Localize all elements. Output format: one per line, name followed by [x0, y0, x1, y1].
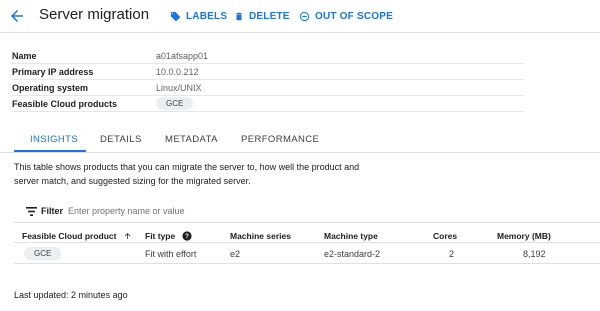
property-value: Linux/UNIX — [156, 83, 202, 93]
column-header-product[interactable]: Feasible Cloud product — [22, 231, 132, 241]
label-icon — [170, 11, 181, 21]
divider — [0, 32, 600, 33]
machine-type-cell: e2-standard-2 — [324, 249, 381, 259]
property-key: Operating system — [12, 83, 89, 93]
labels-button-label: LABELS — [186, 10, 228, 22]
minus-circle-icon — [299, 11, 310, 21]
property-row-feasible-products: Feasible Cloud products GCE — [12, 95, 524, 112]
delete-button-label: DELETE — [249, 10, 290, 22]
property-key: Primary IP address — [12, 67, 94, 77]
last-updated: Last updated: 2 minutes ago — [14, 290, 128, 300]
table-description: This table shows products that you can m… — [14, 162, 360, 186]
machine-series-cell: e2 — [230, 249, 241, 259]
fit-type-cell: Fit with effort — [145, 249, 197, 259]
page-title: Server migration — [39, 6, 150, 23]
top-bar: Server migration LABELS DELETE OUT OF SC… — [0, 0, 600, 32]
labels-button[interactable]: LABELS — [170, 8, 227, 24]
table-row-divider — [14, 263, 600, 264]
memory-cell: 8,192 — [523, 249, 546, 259]
column-header-fit-type[interactable]: Fit type ? — [145, 231, 192, 241]
tab-performance[interactable]: PERFORMANCE — [241, 134, 319, 145]
tab-insights[interactable]: INSIGHTS — [30, 134, 78, 145]
help-icon[interactable]: ? — [182, 231, 192, 241]
property-row-name: Name a01afsapp01 — [12, 47, 524, 64]
filter-bar[interactable]: Filter — [14, 204, 594, 220]
property-value: 10.0.0.212 — [156, 67, 199, 77]
column-header-label: Fit type — [145, 231, 176, 241]
table-row[interactable] — [14, 243, 600, 263]
column-header-label: Feasible Cloud product — [22, 231, 117, 241]
filter-divider — [14, 222, 600, 223]
arrow-left-icon[interactable] — [8, 7, 26, 25]
tab-details[interactable]: DETAILS — [100, 134, 142, 145]
out-of-scope-button[interactable]: OUT OF SCOPE — [299, 8, 393, 24]
svg-text:?: ? — [185, 233, 189, 240]
property-row-os: Operating system Linux/UNIX — [12, 79, 524, 96]
tabs-divider — [0, 152, 600, 153]
property-key: Name — [12, 51, 37, 61]
product-chip: GCE — [156, 97, 194, 110]
filter-input[interactable] — [68, 204, 368, 218]
filter-label: Filter — [41, 206, 64, 216]
column-header-memory[interactable]: Memory (MB) — [497, 231, 551, 241]
out-of-scope-button-label: OUT OF SCOPE — [315, 10, 393, 22]
column-header-cores[interactable]: Cores — [433, 231, 457, 241]
trash-icon — [236, 12, 242, 20]
column-header-machine-series[interactable]: Machine series — [230, 231, 291, 241]
cores-cell: 2 — [449, 249, 455, 259]
property-row-ip: Primary IP address 10.0.0.212 — [12, 63, 524, 80]
property-key: Feasible Cloud products — [12, 99, 118, 109]
property-value: a01afsapp01 — [156, 51, 209, 61]
filter-icon — [26, 207, 37, 218]
product-chip: GCE — [24, 247, 62, 260]
arrow-up-icon — [124, 233, 131, 239]
column-header-machine-type[interactable]: Machine type — [324, 231, 378, 241]
tab-metadata[interactable]: METADATA — [165, 134, 218, 145]
delete-button[interactable]: DELETE — [234, 8, 290, 24]
